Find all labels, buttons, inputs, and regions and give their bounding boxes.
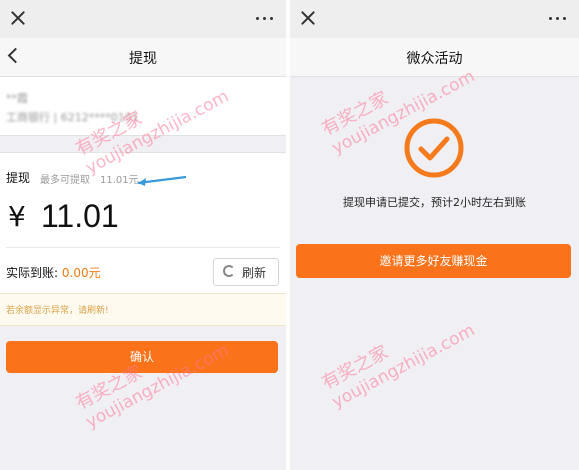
account-holder-name: **霞 <box>6 92 28 105</box>
watermark-cn: 有奖之家 <box>318 341 392 395</box>
withdraw-label: 提现 <box>6 171 31 185</box>
max-withdraw-value: 11.01元 <box>100 175 139 186</box>
close-icon[interactable] <box>299 9 317 27</box>
invite-friends-button[interactable]: 邀请更多好友赚现金 <box>296 244 571 278</box>
warning-banner: 若余额显示异常，请刷新! <box>0 293 286 326</box>
close-icon[interactable] <box>9 9 27 27</box>
more-icon[interactable] <box>256 17 274 21</box>
watermark: 有奖之家 youjiangzhijia.com <box>70 317 232 432</box>
actual-received-value: 0.00元 <box>61 266 101 280</box>
watermark: 有奖之家 youjiangzhijia.com <box>316 297 478 412</box>
refresh-label: 刷新 <box>242 266 267 280</box>
success-check-icon <box>404 118 464 178</box>
top-bar <box>0 0 286 38</box>
bank-account: 工商银行 | 6212****0101 <box>6 111 139 124</box>
withdraw-amount-box: 提现 最多可提取 11.01元 ¥ 11.01 实际到账: 0.00元 刷新 <box>0 152 286 294</box>
result-screen: 微众活动 提现申请已提交，预计2小时左右到账 邀请更多好友赚现金 有奖之家 you… <box>290 0 579 470</box>
amount-input[interactable]: 11.01 <box>41 198 119 235</box>
max-withdraw-label: 最多可提取 <box>40 175 90 186</box>
page-title: 微众活动 <box>406 51 463 67</box>
currency-symbol: ¥ <box>8 200 26 233</box>
nav-bar: 微众活动 <box>290 38 579 77</box>
page-title: 提现 <box>129 51 157 67</box>
top-bar <box>290 0 579 38</box>
watermark-en: youjiangzhijia.com <box>328 320 479 413</box>
arrow-annotation-icon <box>137 175 187 186</box>
divider <box>6 247 280 248</box>
withdraw-screen: 提现 **霞 工商银行 | 6212****0101 提现 最多可提取 11.0… <box>0 0 286 470</box>
actual-received-label: 实际到账: <box>6 266 59 280</box>
more-icon[interactable] <box>549 17 567 21</box>
refresh-button[interactable]: 刷新 <box>213 258 279 286</box>
confirm-button[interactable]: 确认 <box>6 341 278 373</box>
actual-received: 实际到账: 0.00元 <box>6 264 101 281</box>
warning-text: 若余额显示异常，请刷新! <box>6 306 109 316</box>
bank-card-info: **霞 工商银行 | 6212****0101 <box>0 77 286 136</box>
nav-bar: 提现 <box>0 38 286 77</box>
refresh-icon <box>223 265 235 277</box>
submitted-message: 提现申请已提交，预计2小时左右到账 <box>343 196 526 209</box>
